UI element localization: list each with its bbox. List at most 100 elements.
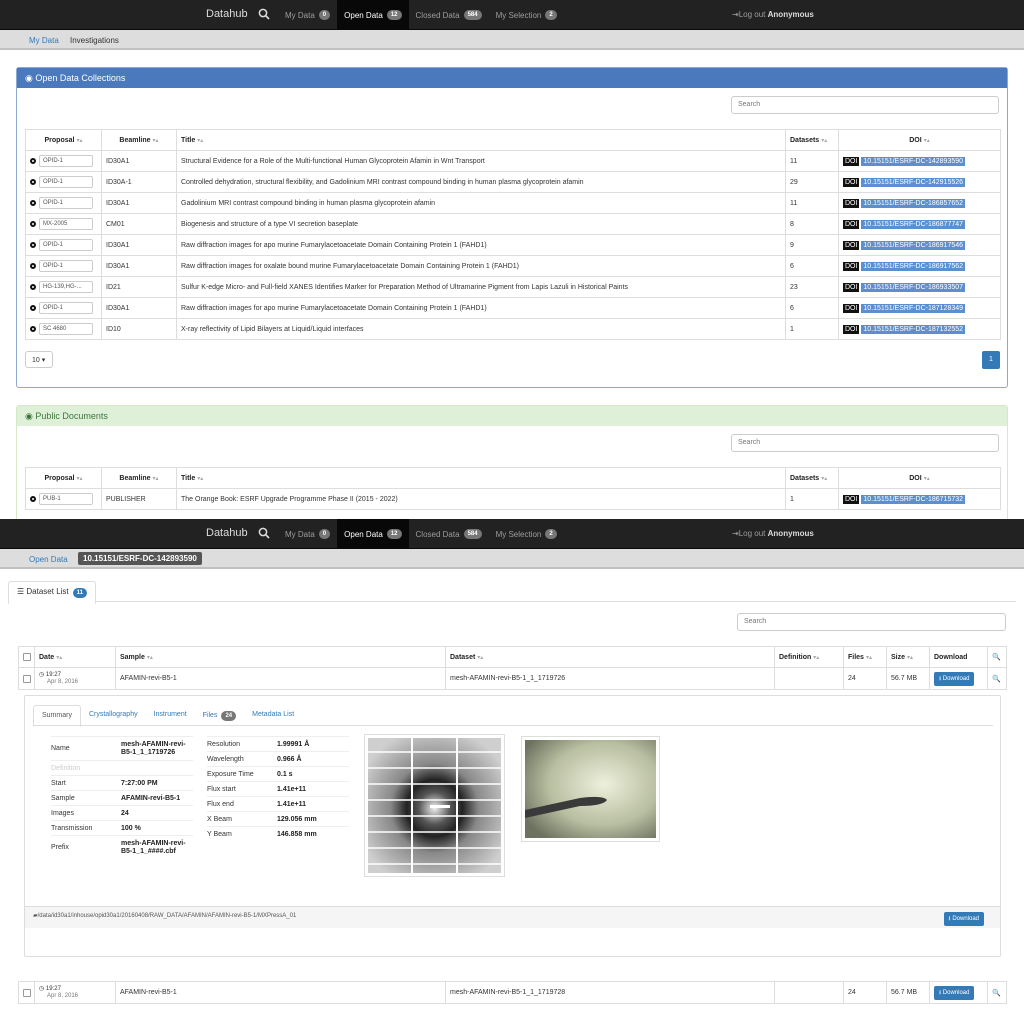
doi-cell[interactable]: DOI 10.15151/ESRF-DC-186715732 [838, 488, 1001, 510]
zoom-icon[interactable]: 🔍 [987, 667, 1007, 690]
col-doi[interactable]: DOI ▾▴ [838, 467, 1001, 489]
doi-cell[interactable]: DOI 10.15151/ESRF-DC-186933507 [838, 276, 1001, 298]
info-icon[interactable] [30, 326, 36, 332]
path-download-button[interactable]: ⭳ Download [943, 912, 984, 926]
download-button[interactable]: ⭳ Download [934, 985, 975, 1000]
nav-open-data[interactable]: Open Data 12 [337, 519, 409, 549]
dataset-search-input[interactable]: Search [737, 613, 1006, 631]
row-dataset[interactable]: mesh-AFAMIN-revi-B5-1_1_1719728 [445, 981, 775, 1004]
doi-cell[interactable]: DOI 10.15151/ESRF-DC-186877747 [838, 213, 1001, 235]
title-cell[interactable]: Structural Evidence for a Role of the Mu… [176, 150, 786, 172]
search-icon[interactable] [258, 527, 270, 539]
proposal-cell[interactable]: HG-139,HG-... [25, 276, 102, 298]
title-cell[interactable]: Biogenesis and structure of a type VI se… [176, 213, 786, 235]
title-cell[interactable]: Controlled dehydration, structural flexi… [176, 171, 786, 193]
col-files[interactable]: Files ▾▴ [843, 646, 887, 668]
search-icon[interactable] [258, 8, 270, 20]
info-icon[interactable] [30, 221, 36, 227]
col-datasets[interactable]: Datasets ▾▴ [785, 467, 839, 489]
nav-closed-data[interactable]: Closed Data 584 [409, 519, 489, 549]
diffraction-image[interactable] [364, 734, 505, 877]
doi-cell[interactable]: DOI 10.15151/ESRF-DC-186917562 [838, 255, 1001, 277]
tab-dataset-list[interactable]: ☰ Dataset List 11 [8, 581, 96, 604]
proposal-cell[interactable]: OPID-1 [25, 297, 102, 319]
info-icon[interactable] [30, 200, 36, 206]
row-checkbox[interactable] [18, 667, 35, 690]
info-icon[interactable] [30, 496, 36, 502]
table-row[interactable]: SC 4680 ID10 X-ray reflectivity of Lipid B… [25, 318, 1001, 340]
nav-my-data[interactable]: My Data 0 [278, 0, 337, 30]
proposal-cell[interactable]: OPID-1 [25, 150, 102, 172]
tab-summary[interactable]: Summary [33, 705, 81, 727]
dataset-row[interactable]: ◷ 19:27 Apr 8, 2016 AFAMIN-revi-B5-1 mesh… [18, 981, 1007, 1004]
info-icon[interactable] [30, 158, 36, 164]
breadcrumb-open-data[interactable]: Open Data [29, 555, 68, 564]
col-beamline[interactable]: Beamline ▾▴ [101, 467, 177, 489]
table-row[interactable]: PUB-1 PUBLISHER The Orange Book: ESRF Upgr… [25, 488, 1001, 510]
row-sample[interactable]: AFAMIN-revi-B5-1 [115, 667, 446, 690]
info-icon[interactable] [30, 284, 36, 290]
tab-files[interactable]: Files 24 [195, 705, 244, 727]
doi-cell[interactable]: DOI 10.15151/ESRF-DC-187132552 [838, 318, 1001, 340]
col-doi[interactable]: DOI ▾▴ [838, 129, 1001, 151]
zoom-icon[interactable]: 🔍 [987, 646, 1007, 668]
proposal-cell[interactable]: OPID-1 [25, 171, 102, 193]
row-checkbox[interactable] [18, 981, 35, 1004]
doi-cell[interactable]: DOI 10.15151/ESRF-DC-142893590 [838, 150, 1001, 172]
nav-my-selection[interactable]: My Selection 2 [489, 519, 564, 549]
tab-metadata-list[interactable]: Metadata List [244, 705, 302, 727]
logout-link[interactable]: ⇥Log out Anonymous [732, 10, 814, 19]
page-size-select[interactable]: 10 ▾ [25, 351, 53, 368]
proposal-cell[interactable]: PUB-1 [25, 488, 102, 510]
data-path[interactable]: /data/id30a1/inhouse/opid30a1/20160408/R… [38, 913, 297, 919]
col-sample[interactable]: Sample ▾▴ [115, 646, 446, 668]
title-cell[interactable]: Raw diffraction images for oxalate bound… [176, 255, 786, 277]
table-row[interactable]: OPID-1 ID30A1 Structural Evidence for a Ro… [25, 150, 1001, 172]
col-size[interactable]: Size ▾▴ [886, 646, 930, 668]
col-title[interactable]: Title ▾▴ [176, 129, 786, 151]
table-row[interactable]: OPID-1 ID30A1 Gadolinium MRI contrast comp… [25, 192, 1001, 214]
nav-open-data[interactable]: Open Data 12 [337, 0, 409, 30]
row-sample[interactable]: AFAMIN-revi-B5-1 [115, 981, 446, 1004]
title-cell[interactable]: Raw diffraction images for apo murine Fu… [176, 234, 786, 256]
collections-search-input[interactable]: Search [731, 96, 999, 114]
tab-instrument[interactable]: Instrument [146, 705, 195, 727]
nav-closed-data[interactable]: Closed Data 584 [409, 0, 489, 30]
proposal-cell[interactable]: OPID-1 [25, 234, 102, 256]
info-icon[interactable] [30, 179, 36, 185]
proposal-cell[interactable]: OPID-1 [25, 255, 102, 277]
proposal-cell[interactable]: SC 4680 [25, 318, 102, 340]
doi-cell[interactable]: DOI 10.15151/ESRF-DC-186857652 [838, 192, 1001, 214]
dataset-row[interactable]: ◷ 19:27 Apr 8, 2016 AFAMIN-revi-B5-1 mesh… [18, 667, 1007, 690]
info-icon[interactable] [30, 305, 36, 311]
col-datasets[interactable]: Datasets ▾▴ [785, 129, 839, 151]
select-all-checkbox[interactable] [18, 646, 35, 668]
col-proposal[interactable]: Proposal ▾▴ [25, 467, 102, 489]
doi-cell[interactable]: DOI 10.15151/ESRF-DC-186917546 [838, 234, 1001, 256]
table-row[interactable]: MX-2005 CM01 Biogenesis and structure of a… [25, 213, 1001, 235]
table-row[interactable]: OPID-1 ID30A1 Raw diffraction images for a… [25, 234, 1001, 256]
table-row[interactable]: OPID-1 ID30A-1 Controlled dehydration, str… [25, 171, 1001, 193]
info-icon[interactable] [30, 242, 36, 248]
doi-cell[interactable]: DOI 10.15151/ESRF-DC-187128349 [838, 297, 1001, 319]
col-definition[interactable]: Definition ▾▴ [774, 646, 844, 668]
page-button[interactable]: 1 [982, 351, 1000, 369]
info-icon[interactable] [30, 263, 36, 269]
table-row[interactable]: OPID-1 ID30A1 Raw diffraction images for a… [25, 297, 1001, 319]
proposal-cell[interactable]: OPID-1 [25, 192, 102, 214]
documents-search-input[interactable]: Search [731, 434, 999, 452]
title-cell[interactable]: Raw diffraction images for apo murine Fu… [176, 297, 786, 319]
tab-crystallography[interactable]: Crystallography [81, 705, 146, 727]
title-cell[interactable]: Gadolinium MRI contrast compound binding… [176, 192, 786, 214]
nav-my-data[interactable]: My Data 0 [278, 519, 337, 549]
zoom-icon[interactable]: 🔍 [987, 981, 1007, 1004]
row-dataset[interactable]: mesh-AFAMIN-revi-B5-1_1_1719726 [445, 667, 775, 690]
doi-cell[interactable]: DOI 10.15151/ESRF-DC-142915526 [838, 171, 1001, 193]
col-date[interactable]: Date ▾▴ [34, 646, 116, 668]
table-row[interactable]: HG-139,HG-... ID21 Sulfur K-edge Micro- an… [25, 276, 1001, 298]
brand[interactable]: Datahub [206, 8, 248, 20]
logout-link[interactable]: ⇥Log out Anonymous [732, 529, 814, 538]
title-cell[interactable]: X-ray reflectivity of Lipid Bilayers at … [176, 318, 786, 340]
col-dataset[interactable]: Dataset ▾▴ [445, 646, 775, 668]
title-cell[interactable]: Sulfur K-edge Micro- and Full-field XANE… [176, 276, 786, 298]
